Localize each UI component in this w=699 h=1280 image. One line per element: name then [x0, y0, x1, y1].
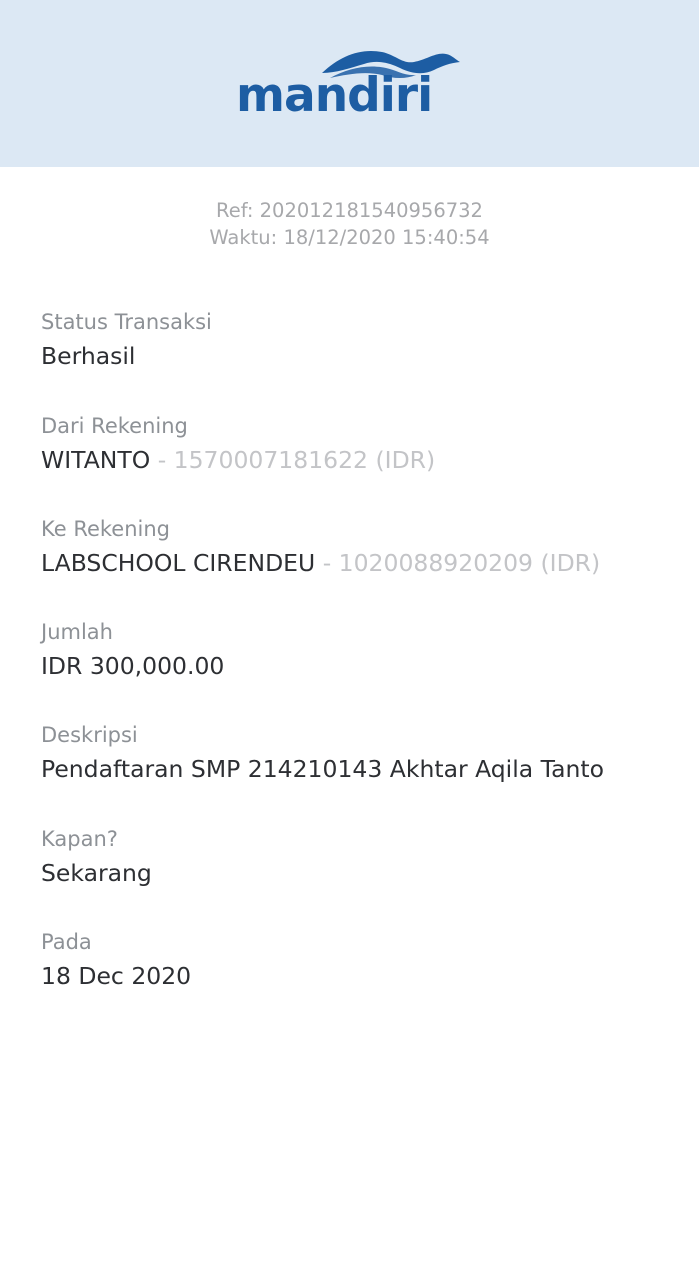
mandiri-logo: mandiri — [236, 46, 462, 122]
amount-value: IDR 300,000.00 — [41, 652, 225, 680]
field-from-account: Dari Rekening WITANTO - 1570007181622 (I… — [41, 411, 681, 477]
field-label: Status Transaksi — [41, 310, 212, 334]
logo-wordmark: mandiri — [236, 68, 433, 123]
from-account-number: - 1570007181622 (IDR) — [150, 446, 436, 474]
to-account-value: LABSCHOOL CIRENDEU - 1020088920209 (IDR) — [41, 546, 681, 580]
when-value: Sekarang — [41, 859, 152, 887]
field-description: Deskripsi Pendaftaran SMP 214210143 Akht… — [41, 720, 681, 786]
date-value: 18 Dec 2020 — [41, 962, 192, 990]
to-account-name: LABSCHOOL CIRENDEU — [41, 549, 316, 577]
field-label: Dari Rekening — [41, 414, 188, 438]
field-amount: Jumlah IDR 300,000.00 — [41, 617, 681, 683]
from-account-value: WITANTO - 1570007181622 (IDR) — [41, 443, 681, 477]
to-account-number: - 1020088920209 (IDR) — [315, 549, 601, 577]
field-label: Pada — [41, 930, 92, 954]
receipt-meta: Ref: 202012181540956732 Waktu: 18/12/202… — [0, 197, 699, 251]
field-status: Status Transaksi Berhasil — [41, 307, 681, 373]
status-value: Berhasil — [41, 342, 136, 370]
transaction-time: Waktu: 18/12/2020 15:40:54 — [209, 226, 490, 249]
field-to-account: Ke Rekening LABSCHOOL CIRENDEU - 1020088… — [41, 514, 681, 580]
description-value: Pendaftaran SMP 214210143 Akhtar Aqila T… — [41, 755, 604, 783]
field-label: Ke Rekening — [41, 517, 171, 541]
app-header: mandiri — [0, 0, 699, 167]
field-when: Kapan? Sekarang — [41, 824, 681, 890]
field-label: Kapan? — [41, 827, 118, 851]
field-label: Deskripsi — [41, 723, 138, 747]
from-account-name: WITANTO — [41, 446, 151, 474]
field-label: Jumlah — [41, 620, 113, 644]
reference-number: Ref: 202012181540956732 — [216, 199, 483, 222]
field-date: Pada 18 Dec 2020 — [41, 927, 681, 993]
